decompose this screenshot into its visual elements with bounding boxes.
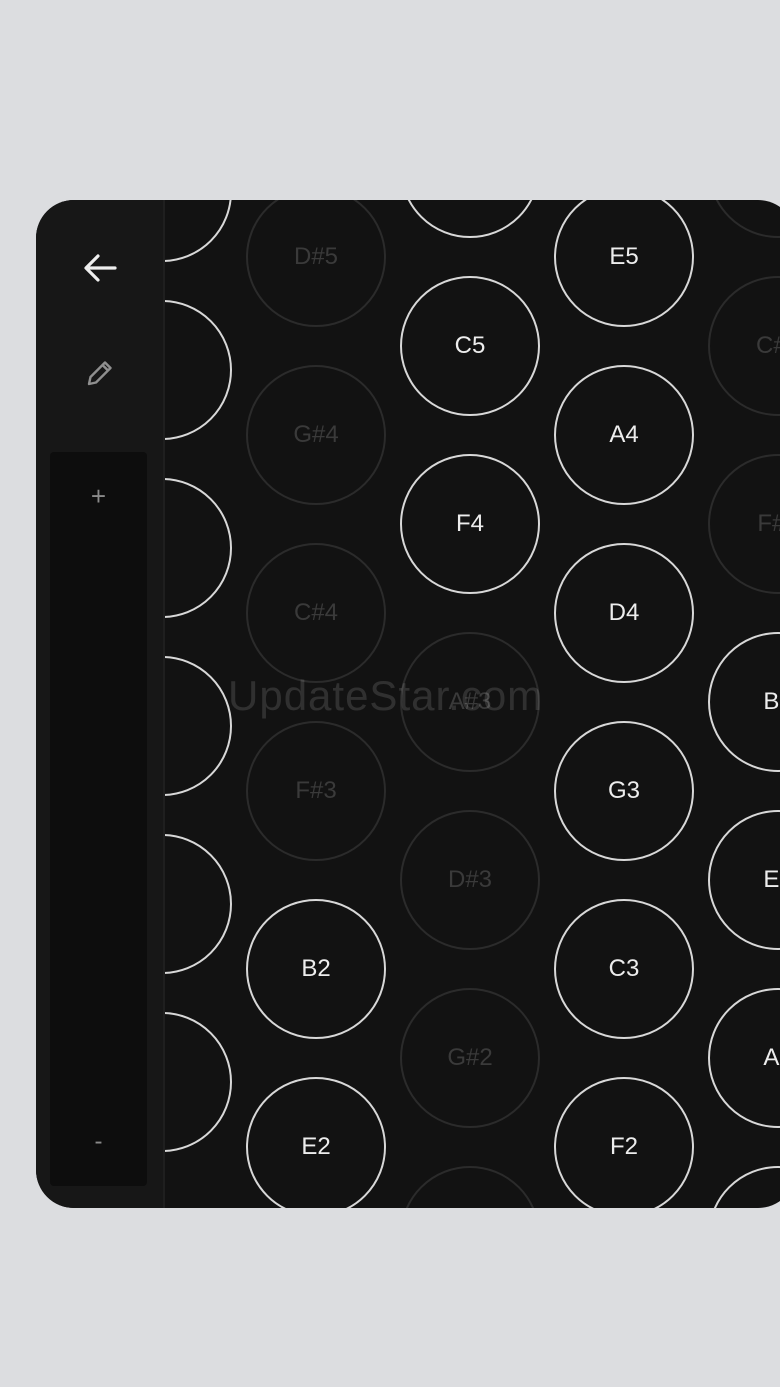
note-key[interactable] <box>164 834 232 974</box>
note-key[interactable]: G3 <box>554 721 694 861</box>
pencil-icon <box>83 356 117 395</box>
note-key[interactable]: E2 <box>246 1077 386 1208</box>
note-key[interactable]: C#5 <box>708 276 780 416</box>
note-key[interactable]: F#3 <box>246 721 386 861</box>
note-key[interactable]: G#2 <box>400 988 540 1128</box>
note-key[interactable] <box>164 1012 232 1152</box>
note-key[interactable]: B2 <box>246 899 386 1039</box>
note-key[interactable]: E3 <box>708 810 780 950</box>
note-key[interactable] <box>708 1166 780 1208</box>
note-key[interactable] <box>164 200 232 262</box>
note-key[interactable] <box>164 656 232 796</box>
edit-button[interactable] <box>36 345 163 405</box>
note-key[interactable]: A4 <box>554 365 694 505</box>
note-key[interactable]: B3 <box>708 632 780 772</box>
note-key[interactable]: A2 <box>708 988 780 1128</box>
note-key[interactable]: C#4 <box>246 543 386 683</box>
note-key[interactable]: E5 <box>554 200 694 327</box>
note-key[interactable] <box>400 1166 540 1208</box>
note-key[interactable]: A#3 <box>400 632 540 772</box>
zoom-out-button[interactable]: - <box>50 1112 147 1172</box>
note-key[interactable] <box>400 200 540 238</box>
sidebar: + - <box>36 200 165 1208</box>
zoom-in-button[interactable]: + <box>50 466 147 526</box>
note-key[interactable]: F4 <box>400 454 540 594</box>
note-key[interactable]: C5 <box>400 276 540 416</box>
note-key[interactable] <box>708 200 780 238</box>
note-key[interactable]: D#5 <box>246 200 386 327</box>
note-key[interactable]: C3 <box>554 899 694 1039</box>
note-key[interactable]: F2 <box>554 1077 694 1208</box>
note-key[interactable]: F#4 <box>708 454 780 594</box>
note-key[interactable]: D#3 <box>400 810 540 950</box>
zoom-panel: + - <box>50 452 147 1186</box>
note-key[interactable] <box>164 478 232 618</box>
note-key[interactable] <box>164 300 232 440</box>
instrument-screen: + - D#5 G#4 C#4 F#3 B2 E2 C5 F4 A#3 D#3 G#2 E5 A4 D4 G… <box>36 200 780 1208</box>
note-key[interactable]: G#4 <box>246 365 386 505</box>
arrow-left-icon <box>81 252 119 289</box>
note-key[interactable]: D4 <box>554 543 694 683</box>
back-button[interactable] <box>36 240 163 300</box>
note-pad-grid: D#5 G#4 C#4 F#3 B2 E2 C5 F4 A#3 D#3 G#2 E5 A4 D4 G3 C3 F… <box>164 200 780 1208</box>
